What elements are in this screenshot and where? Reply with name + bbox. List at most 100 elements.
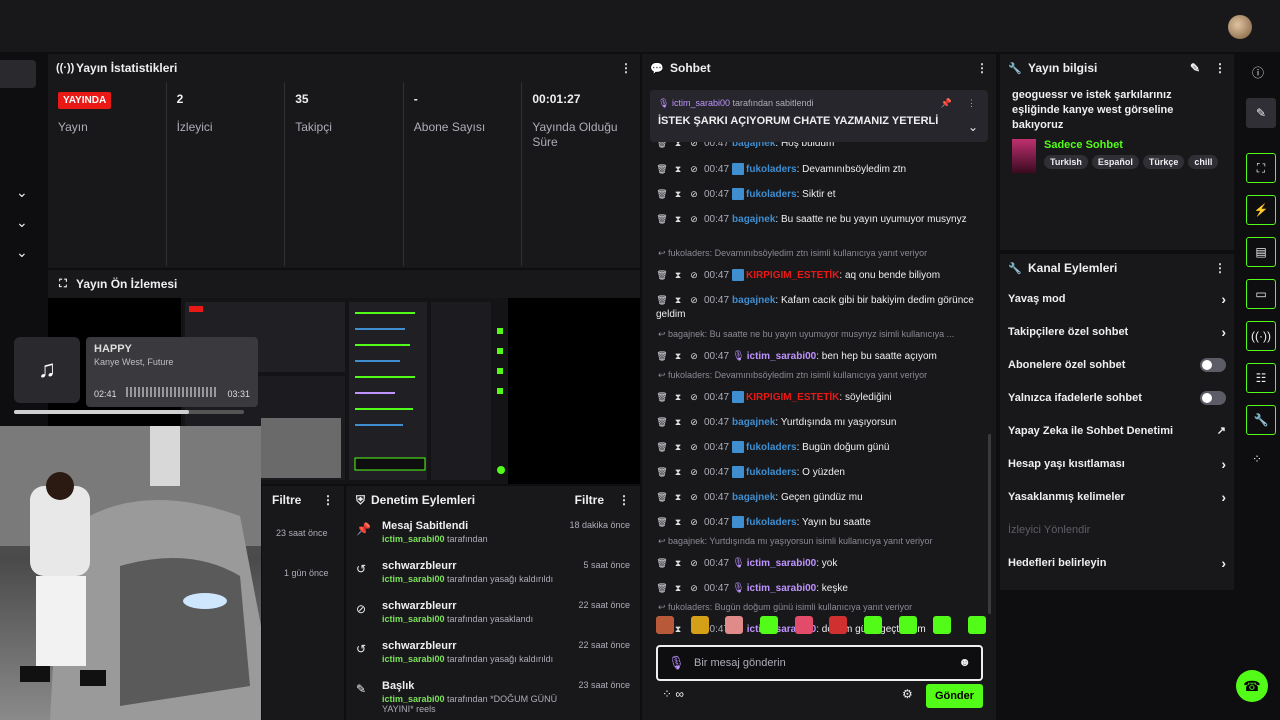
broadcast-icon[interactable]: ((·)) [1246,321,1276,351]
emote-icon[interactable] [690,616,709,634]
chat-username[interactable]: bagajnek [732,295,775,306]
chat-username[interactable]: fukoladers [746,467,797,478]
trash-icon[interactable]: 🗑 [656,515,668,529]
ban-icon[interactable]: ⊘ [688,440,700,454]
chat-icon[interactable]: ▭ [1246,279,1276,309]
ban-icon[interactable]: ⊘ [688,581,700,595]
chevron-down-icon[interactable]: ⌄ [16,244,32,260]
gear-icon[interactable]: ⚙ [902,687,913,701]
emote-icon[interactable] [933,616,952,634]
send-button[interactable]: Gönder [926,684,983,708]
chat-username[interactable]: KIRPIGIM_ESTETİK [746,392,839,403]
chat-username[interactable]: bagajnek [732,492,775,503]
edit-icon[interactable]: ✎ [1190,61,1200,75]
trash-icon[interactable]: 🗑 [656,349,668,363]
channel-action[interactable]: Hedefleri belirleyin › [1000,546,1234,579]
left-selected-item[interactable] [0,60,36,88]
trash-icon[interactable]: 🗑 [656,293,668,307]
chevron-down-icon[interactable]: ⌄ [16,214,32,230]
ban-icon[interactable]: ⊘ [688,556,700,570]
timeout-icon[interactable]: ⧗ [672,293,684,307]
chat-username[interactable]: fukoladers [746,164,797,175]
channel-action[interactable]: Takipçilere özel sohbet › [1000,315,1234,348]
more-icon[interactable]: ⋮ [322,493,334,507]
timeout-icon[interactable]: ⧗ [672,142,684,150]
ban-icon[interactable]: ⊘ [688,465,700,479]
timeout-icon[interactable]: ⧗ [672,515,684,529]
channel-action[interactable]: Hesap yaşı kısıtlaması › [1000,447,1234,480]
emote-icon[interactable] [794,616,813,634]
mod-action-user[interactable]: ictim_sarabi00 [382,534,445,544]
trash-icon[interactable]: 🗑 [656,556,668,570]
channel-action[interactable]: Yasaklanmış kelimeler › [1000,480,1234,513]
chat-scrollbar[interactable] [988,434,991,614]
trash-icon[interactable]: 🗑 [656,142,668,150]
mod-action-row[interactable]: ↺ schwarzbleurr ictim_sarabi00 tarafından … [346,634,640,674]
emote-icon[interactable] [656,616,674,634]
channel-action[interactable]: Yapay Zeka ile Sohbet Denetimi ↗ [1000,414,1234,447]
emote-icon[interactable] [725,616,744,634]
layout-icon[interactable]: ☷ [1246,363,1276,393]
timeout-icon[interactable]: ⧗ [672,390,684,404]
points-button[interactable]: ⁘ ∞ [662,687,684,701]
toggle-switch[interactable] [1200,357,1226,372]
ban-icon[interactable]: ⊘ [688,187,700,201]
trash-icon[interactable]: 🗑 [656,581,668,595]
apps-icon[interactable]: ⁘ [1252,452,1262,466]
ban-icon[interactable]: ⊘ [688,390,700,404]
chat-username[interactable]: bagajnek [732,142,775,149]
mod-action-user[interactable]: ictim_sarabi00 [382,654,445,664]
lightning-icon[interactable]: ⚡ [1246,195,1276,225]
channel-action[interactable]: Yavaş mod › [1000,282,1234,315]
channel-action[interactable]: Yalnızca ifadelerle sohbet [1000,381,1234,414]
timeout-icon[interactable]: ⧗ [672,415,684,429]
mod-action-row[interactable]: ✎ Başlık ictim_sarabi00 tarafından *DOĞUM … [346,674,640,714]
chat-username[interactable]: fukoladers [746,189,797,200]
trash-icon[interactable]: 🗑 [656,212,668,226]
chat-username[interactable]: ictim_sarabi00 [747,583,817,594]
trash-icon[interactable]: 🗑 [656,440,668,454]
info-icon[interactable]: ⓘ [1252,64,1264,81]
chevron-down-icon[interactable]: ⌄ [968,120,978,134]
timeout-icon[interactable]: ⧗ [672,268,684,282]
more-icon[interactable]: ⋮ [1214,61,1226,75]
pin-icon[interactable]: 📌 [941,98,952,109]
chat-username[interactable]: bagajnek [732,417,775,428]
emote-icon[interactable] [967,616,986,634]
tag-chip[interactable]: chill [1188,155,1219,169]
trash-icon[interactable]: 🗑 [656,465,668,479]
chat-input[interactable] [694,653,944,673]
trash-icon[interactable]: 🗑 [656,187,668,201]
ban-icon[interactable]: ⊘ [688,490,700,504]
pinned-message[interactable]: 🎙 ictim_sarabi00 tarafından sabitlendi 📌… [650,90,988,142]
ban-icon[interactable]: ⊘ [688,515,700,529]
more-icon[interactable]: ⋮ [618,493,630,507]
chevron-down-icon[interactable]: ⌄ [16,184,32,200]
emote-icon[interactable] [898,616,917,634]
tag-chip[interactable]: Türkçe [1142,155,1185,169]
mod-action-user[interactable]: ictim_sarabi00 [382,574,445,584]
ban-icon[interactable]: ⊘ [688,212,700,226]
channel-action[interactable]: Abonelere özel sohbet [1000,348,1234,381]
chat-username[interactable]: fukoladers [746,517,797,528]
timeout-icon[interactable]: ⧗ [672,349,684,363]
trash-icon[interactable]: 🗑 [656,268,668,282]
trash-icon[interactable]: 🗑 [656,415,668,429]
mod-action-row[interactable]: ↺ schwarzbleurr ictim_sarabi00 tarafından … [346,554,640,594]
edit-icon[interactable]: ✎ [1246,98,1276,128]
more-icon[interactable]: ⋮ [1214,261,1226,275]
more-icon[interactable]: ⋮ [976,61,988,75]
ban-icon[interactable]: ⊘ [688,349,700,363]
ban-icon[interactable]: ⊘ [688,293,700,307]
timeout-icon[interactable]: ⧗ [672,212,684,226]
ban-icon[interactable]: ⊘ [688,162,700,176]
emoji-icon[interactable]: ☻ [958,655,971,669]
chat-username[interactable]: fukoladers [746,442,797,453]
timeout-icon[interactable]: ⧗ [672,490,684,504]
user-avatar[interactable] [1228,15,1252,39]
timeout-icon[interactable]: ⧗ [672,465,684,479]
timeout-icon[interactable]: ⧗ [672,440,684,454]
chat-username[interactable]: bagajnek [732,214,775,225]
chat-username[interactable]: ictim_sarabi00 [747,351,817,362]
timeout-icon[interactable]: ⧗ [672,581,684,595]
